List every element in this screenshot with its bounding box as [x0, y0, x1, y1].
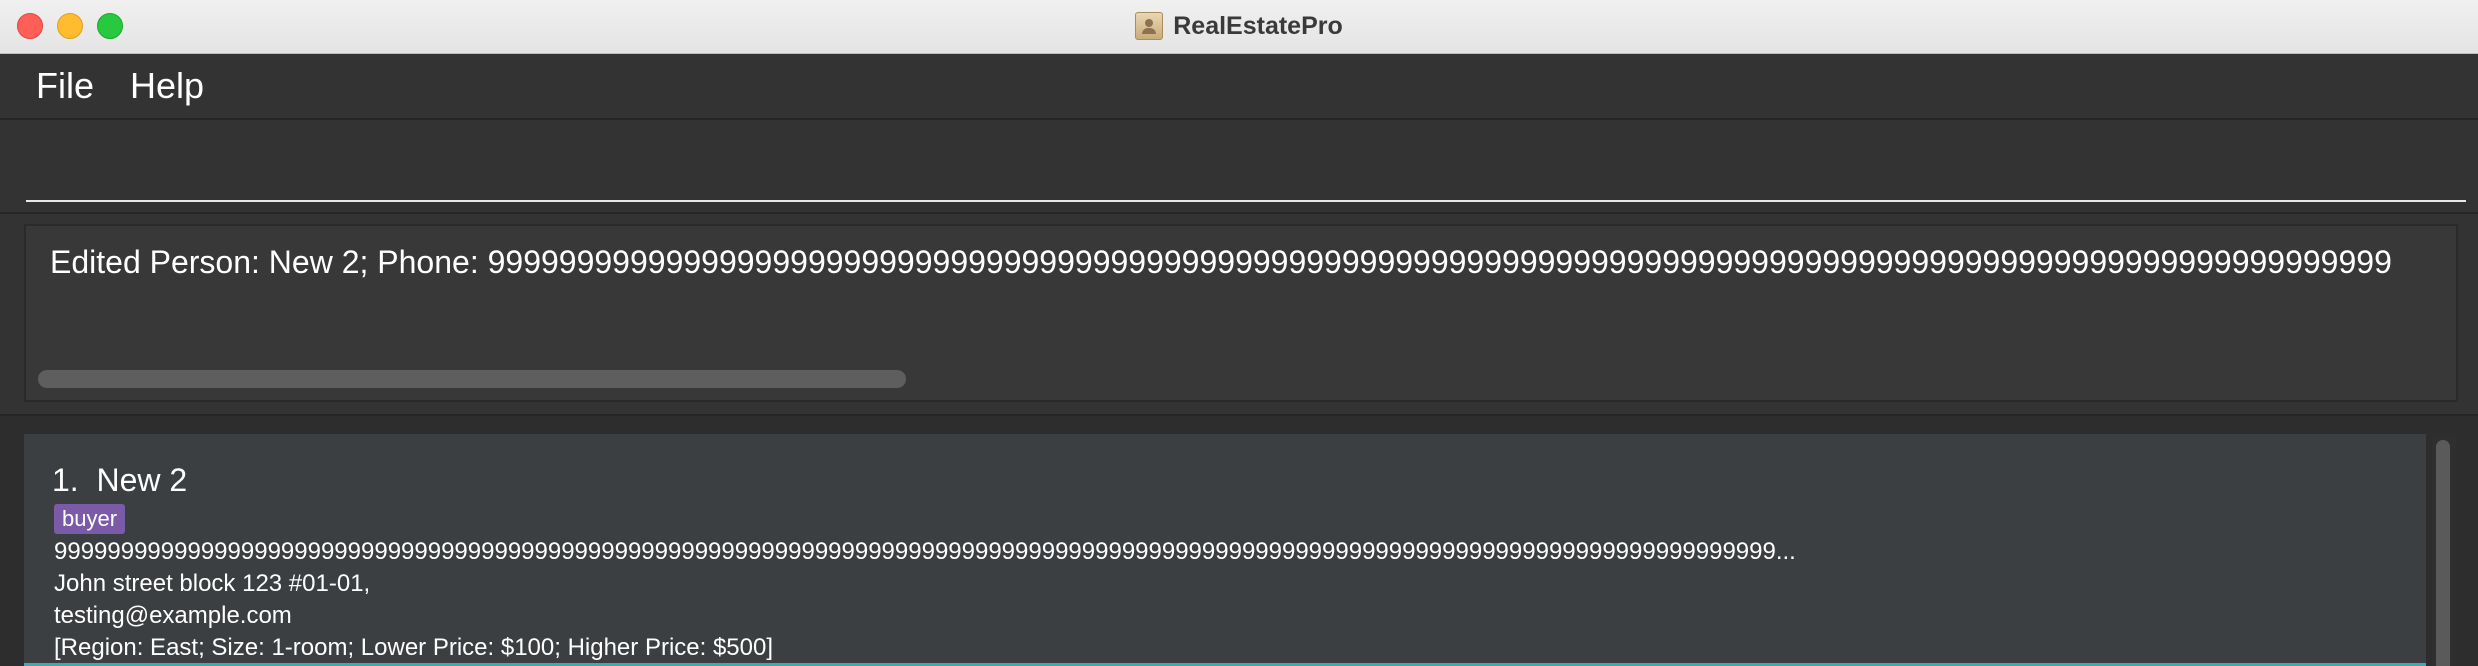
app-window: RealEstatePro File Help Edited Person: N…	[0, 0, 2478, 666]
title-bar[interactable]: RealEstatePro	[0, 0, 2478, 54]
person-address: John street block 123 #01-01,	[54, 570, 371, 597]
window-title-group: RealEstatePro	[0, 8, 2478, 44]
person-phone: 9999999999999999999999999999999999999999…	[54, 538, 1796, 565]
person-email: testing@example.com	[54, 602, 292, 629]
person-name-line: 1. New 2	[52, 462, 187, 499]
person-preference: [Region: East; Size: 1-room; Lower Price…	[54, 634, 774, 661]
address-book-icon	[1135, 12, 1164, 40]
vertical-scrollbar-thumb[interactable]	[2436, 440, 2450, 666]
menu-bar: File Help	[0, 54, 2478, 120]
person-name: New 2	[96, 462, 188, 498]
menu-help[interactable]: Help	[124, 64, 210, 108]
result-display-panel: Edited Person: New 2; Phone: 99999999999…	[0, 214, 2478, 416]
result-display: Edited Person: New 2; Phone: 99999999999…	[24, 224, 2458, 402]
person-card[interactable]: 1. New 2 buyer 9999999999999999999999999…	[24, 434, 2426, 666]
horizontal-scrollbar[interactable]	[38, 370, 906, 388]
command-input[interactable]	[26, 128, 2466, 202]
command-box	[0, 120, 2478, 214]
person-index: 1.	[52, 462, 79, 498]
vertical-scrollbar-track[interactable]	[2432, 436, 2456, 666]
person-tag: buyer	[54, 504, 126, 534]
result-message: Edited Person: New 2; Phone: 99999999999…	[50, 244, 2392, 280]
menu-file[interactable]: File	[30, 64, 100, 108]
person-list: 1. New 2 buyer 9999999999999999999999999…	[0, 416, 2478, 666]
window-title: RealEstatePro	[1173, 11, 1343, 40]
